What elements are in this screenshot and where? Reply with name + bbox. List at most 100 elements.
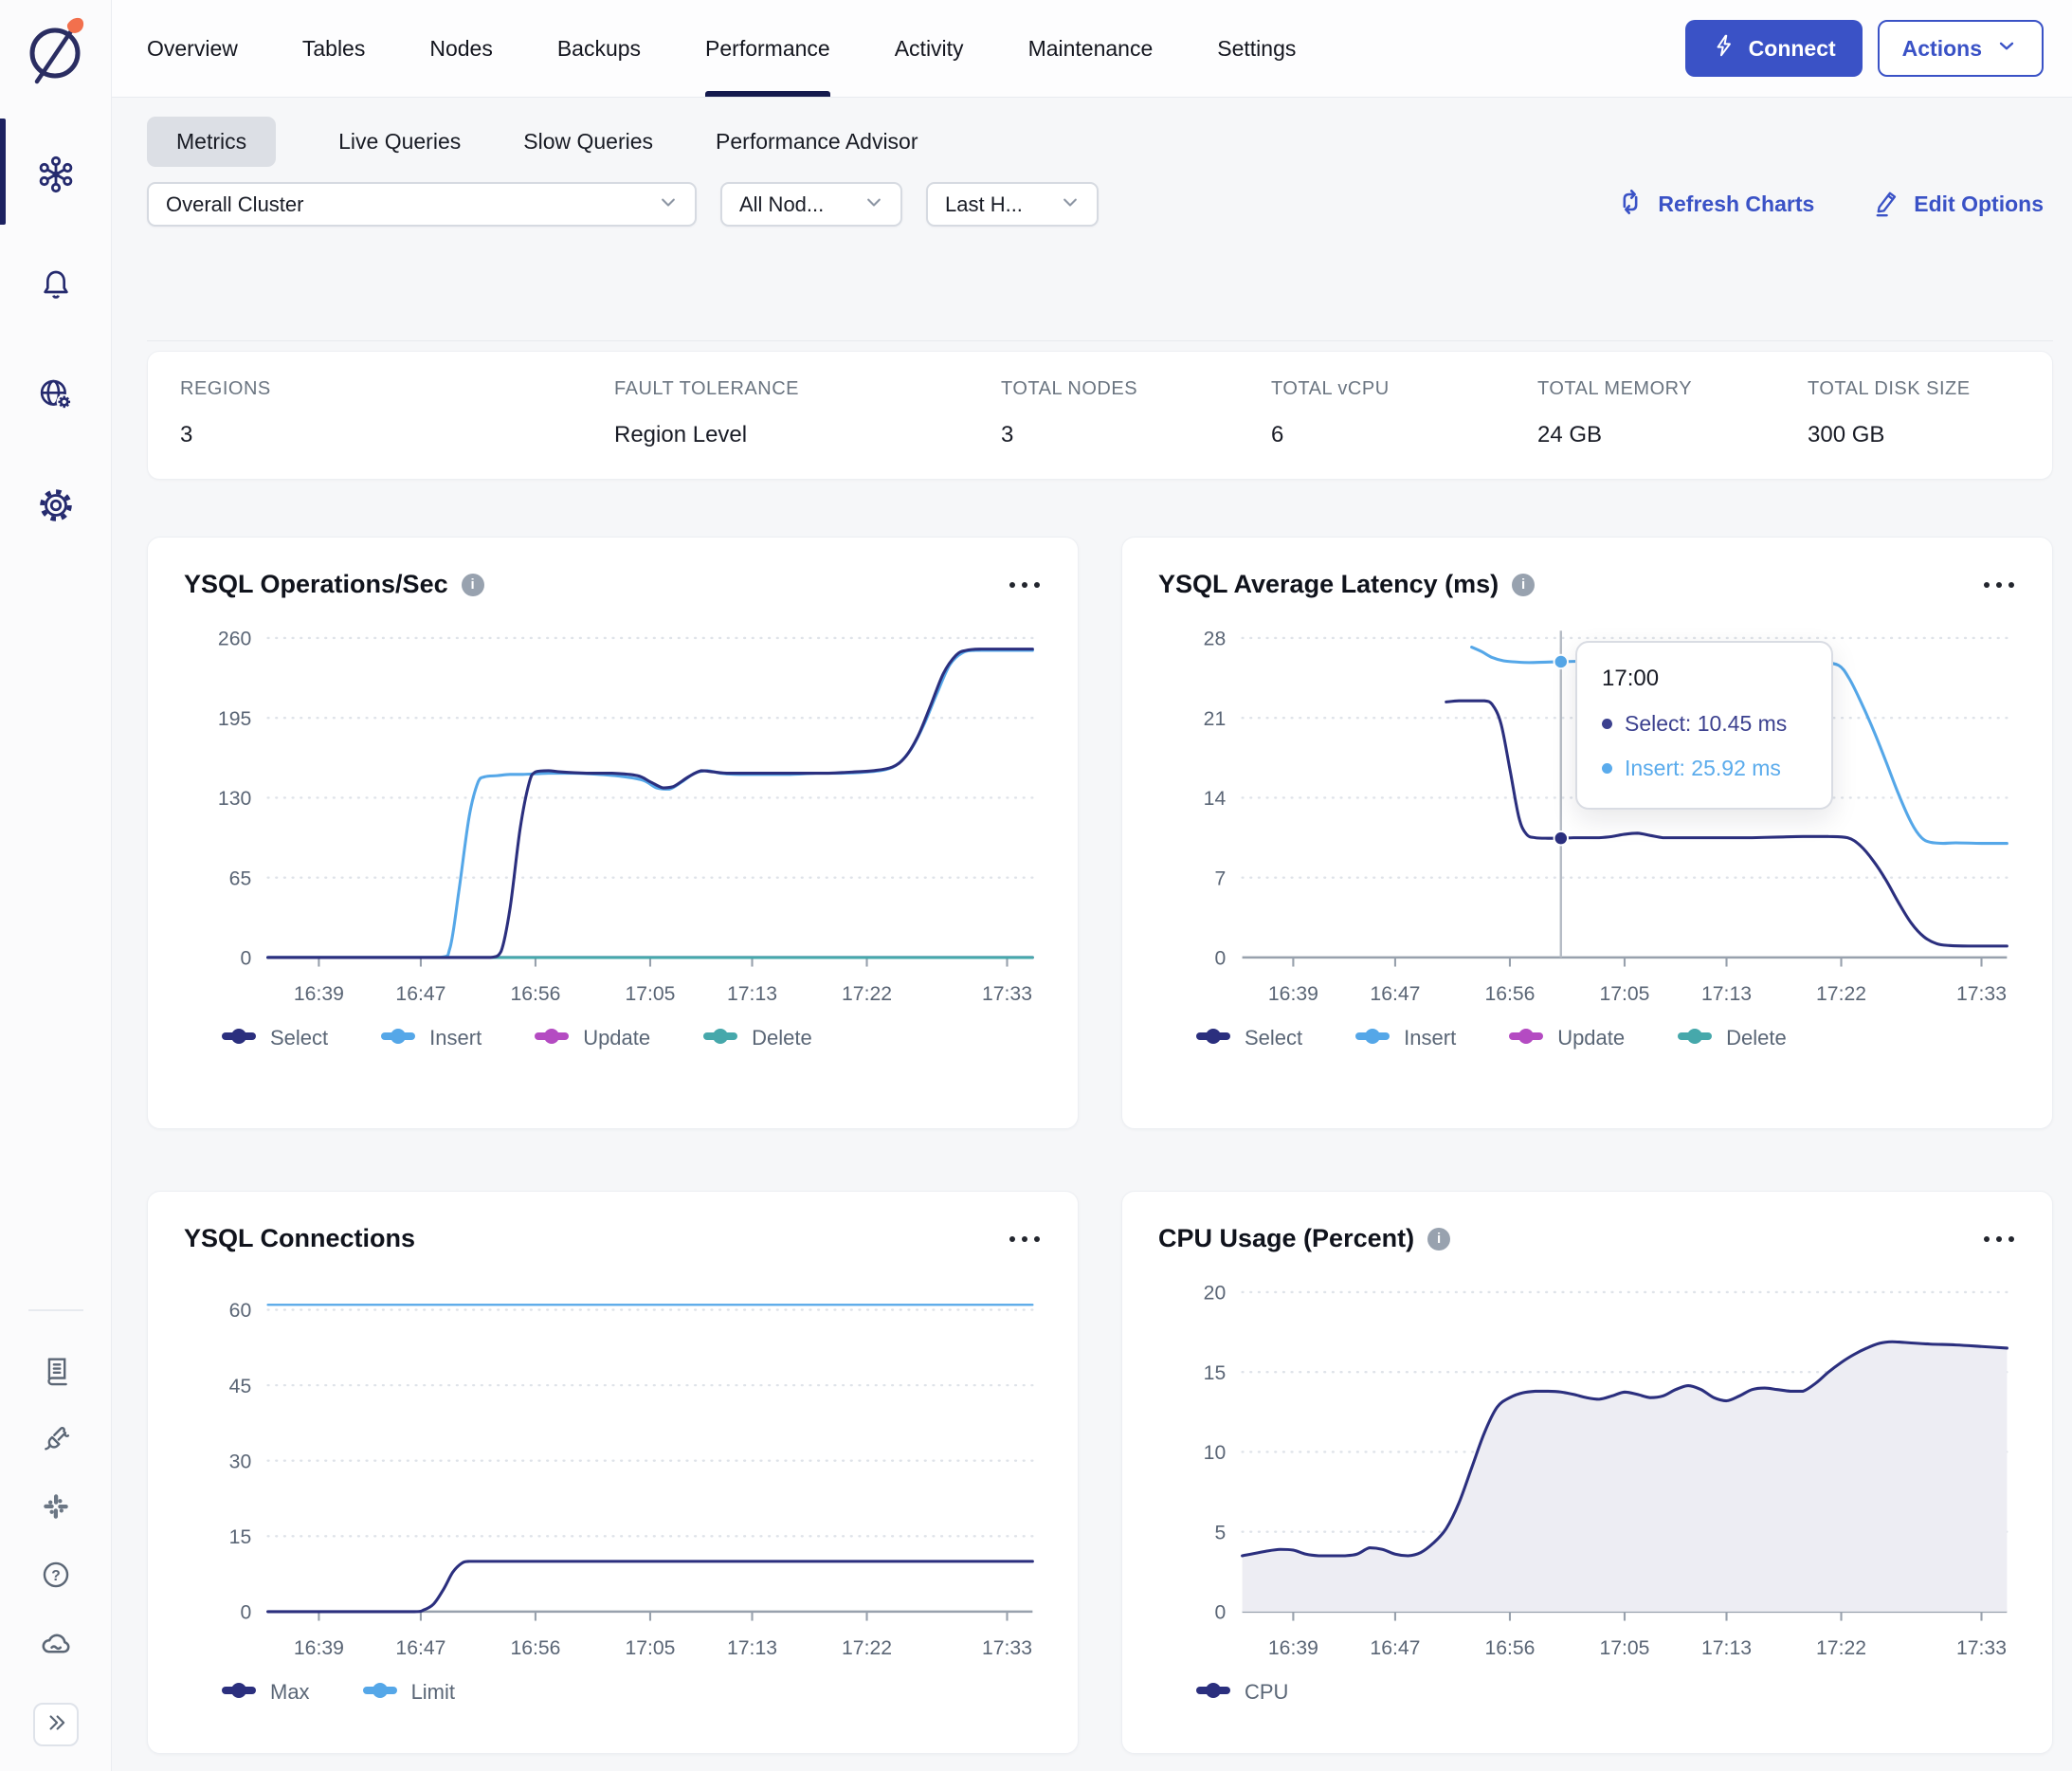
cluster-stats-card: REGIONS 3 FAULT TOLERANCE Region Level T…	[147, 351, 2053, 480]
tab-maintenance[interactable]: Maintenance	[1028, 0, 1154, 97]
tab-nodes[interactable]: Nodes	[429, 0, 492, 97]
cpu-usage-chart[interactable]: 20 15 10 5 0 16:39 16:47 16:56 17:05 17:13 17:22 17…	[1158, 1267, 2016, 1671]
sidebar-item-help[interactable]: ?	[0, 1557, 111, 1598]
stat-value: 300 GB	[1808, 422, 1885, 447]
nodes-select-value: All Nod...	[739, 192, 825, 216]
chart-card-cpu-usage: CPU Usage (Percent) i 20 15 10 5 0 16:39 16:47…	[1121, 1191, 2053, 1754]
svg-text:20: 20	[1204, 1283, 1227, 1305]
sidebar-item-network[interactable]	[0, 373, 111, 421]
svg-text:0: 0	[1214, 1602, 1226, 1624]
yugabyte-logo-icon[interactable]	[24, 9, 88, 94]
svg-text:16:56: 16:56	[1484, 983, 1535, 1005]
sidebar: ?	[0, 0, 112, 1771]
svg-text:17:22: 17:22	[842, 1637, 892, 1659]
stat-regions: REGIONS 3	[180, 378, 614, 448]
legend-label: Select	[270, 1025, 329, 1050]
svg-text:14: 14	[1204, 788, 1227, 810]
book-icon	[40, 1354, 72, 1391]
time-range-value: Last H...	[945, 192, 1023, 216]
svg-text:17:05: 17:05	[1599, 983, 1649, 1005]
legend-item-delete: Delete	[703, 1026, 812, 1050]
info-icon[interactable]: i	[1512, 573, 1536, 596]
lightning-icon	[1712, 33, 1736, 64]
svg-text:17:33: 17:33	[982, 1637, 1032, 1659]
svg-text:130: 130	[218, 788, 251, 810]
filter-bar: Overall Cluster All Nod... Last H... Ref…	[112, 167, 2072, 227]
legend-marker-icon	[1196, 1026, 1230, 1050]
legend-item-update: Update	[1509, 1026, 1625, 1050]
svg-text:15: 15	[229, 1526, 252, 1548]
tab-performance[interactable]: Performance	[705, 0, 830, 97]
refresh-charts-label: Refresh Charts	[1658, 192, 1815, 216]
tab-settings[interactable]: Settings	[1217, 0, 1296, 97]
tab-activity[interactable]: Activity	[895, 0, 964, 97]
cluster-scope-value: Overall Cluster	[166, 192, 304, 216]
edit-options-label: Edit Options	[1914, 192, 2044, 216]
chart-title: YSQL Average Latency (ms)	[1158, 570, 1499, 598]
subtab-slow-queries[interactable]: Slow Queries	[523, 117, 653, 167]
legend-label: Update	[583, 1025, 651, 1050]
svg-text:17:05: 17:05	[1599, 1637, 1649, 1659]
svg-text:17:33: 17:33	[1956, 983, 2007, 1005]
stat-label: TOTAL vCPU	[1271, 378, 1390, 399]
sidebar-expand-button[interactable]	[32, 1703, 79, 1746]
sidebar-item-alerts[interactable]	[0, 264, 111, 310]
sidebar-item-settings[interactable]	[0, 484, 111, 532]
stat-label: TOTAL DISK SIZE	[1808, 378, 1971, 399]
chart-menu-button[interactable]	[1982, 576, 2016, 593]
series-dot-icon	[1602, 719, 1612, 729]
svg-text:16:39: 16:39	[1268, 1637, 1318, 1659]
chart-tooltip: 17:00 Select: 10.45 ms Insert: 25.92 ms	[1575, 641, 1833, 810]
legend-marker-icon	[1678, 1026, 1713, 1050]
actions-button[interactable]: Actions	[1877, 20, 2044, 77]
sidebar-item-docs[interactable]	[0, 1352, 111, 1393]
sidebar-item-cloud-status[interactable]	[0, 1625, 111, 1668]
svg-text:16:47: 16:47	[395, 983, 445, 1005]
chart-menu-button[interactable]	[1008, 576, 1042, 593]
subtab-metrics[interactable]: Metrics	[147, 117, 277, 167]
gear-icon	[36, 485, 76, 530]
cluster-scope-select[interactable]: Overall Cluster	[147, 182, 697, 227]
ysql-operations-chart[interactable]: 260 195 130 65 0 16:39 16:47 16:56 17:05 17:13 17:…	[184, 612, 1042, 1016]
stat-label: REGIONS	[180, 378, 271, 399]
connect-button[interactable]: Connect	[1684, 20, 1863, 77]
svg-text:5: 5	[1214, 1522, 1226, 1543]
ysql-connections-chart[interactable]: 60 45 30 15 0 16:39 16:47 16:56 17:05 17:13 17:22 1…	[184, 1267, 1042, 1671]
tab-backups[interactable]: Backups	[557, 0, 641, 97]
chevrons-right-icon	[44, 1710, 68, 1740]
svg-text:17:13: 17:13	[727, 1637, 777, 1659]
legend-item-update: Update	[535, 1026, 650, 1050]
actions-button-label: Actions	[1901, 35, 1982, 61]
legend-marker-icon	[535, 1026, 570, 1050]
svg-text:16:39: 16:39	[294, 1637, 344, 1659]
time-range-select[interactable]: Last H...	[926, 182, 1099, 227]
chart-menu-button[interactable]	[1008, 1231, 1042, 1248]
tooltip-row-select: Select: 10.45 ms	[1602, 711, 1807, 737]
refresh-charts-link[interactable]: Refresh Charts	[1615, 187, 1814, 223]
chart-menu-button[interactable]	[1982, 1231, 2016, 1248]
legend-label: Delete	[752, 1025, 812, 1050]
subtab-performance-advisor[interactable]: Performance Advisor	[716, 117, 918, 167]
chart-legend: Select Insert Update Delete	[148, 1016, 1078, 1050]
svg-text:16:47: 16:47	[1370, 1637, 1420, 1659]
sidebar-item-cluster[interactable]	[0, 119, 111, 225]
edit-options-link[interactable]: Edit Options	[1871, 187, 2044, 223]
svg-text:7: 7	[1214, 867, 1226, 889]
svg-text:30: 30	[229, 1451, 252, 1472]
nodes-select[interactable]: All Nod...	[720, 182, 902, 227]
sidebar-item-integrations[interactable]	[0, 1420, 111, 1461]
legend-label: Limit	[410, 1679, 456, 1704]
subtab-live-queries[interactable]: Live Queries	[338, 117, 461, 167]
svg-text:17:05: 17:05	[625, 1637, 675, 1659]
stat-label: TOTAL NODES	[1001, 378, 1138, 399]
legend-item-max: Max	[222, 1680, 310, 1705]
info-icon[interactable]: i	[1427, 1227, 1451, 1251]
svg-text:16:56: 16:56	[510, 983, 560, 1005]
tab-tables[interactable]: Tables	[302, 0, 365, 97]
stat-value: Region Level	[614, 422, 748, 447]
info-icon[interactable]: i	[461, 573, 484, 596]
tab-overview[interactable]: Overview	[147, 0, 238, 97]
chart-title: YSQL Operations/Sec	[184, 570, 448, 598]
sidebar-item-slack[interactable]	[0, 1488, 111, 1529]
chevron-down-icon	[861, 189, 887, 221]
